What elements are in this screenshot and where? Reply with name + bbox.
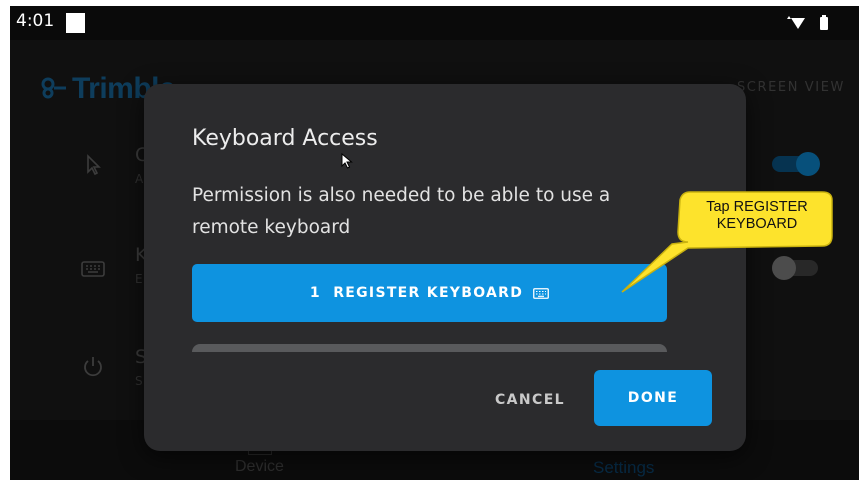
cancel-button[interactable]: CANCEL: [482, 382, 578, 418]
done-button[interactable]: DONE: [594, 370, 712, 426]
register-keyboard-button[interactable]: 1 REGISTER KEYBOARD: [192, 264, 667, 322]
battery-icon: [820, 17, 828, 30]
status-time: 4:01: [16, 11, 55, 31]
mouse-pointer-icon: [341, 153, 353, 169]
dialog-title: Keyboard Access: [192, 126, 378, 151]
dialog-message: Permission is also needed to be able to …: [192, 185, 611, 238]
register-keyboard-label: 1 REGISTER KEYBOARD: [309, 285, 524, 301]
device-screen: 4:01 Trimble SCREEN VIEW C A K E S S Dev…: [10, 6, 859, 480]
status-icons: [787, 15, 828, 30]
keyboard-icon: [533, 287, 550, 299]
status-bar: 4:01: [10, 6, 859, 40]
notification-square: [66, 13, 85, 33]
callout-text: Tap REGISTER KEYBOARD: [706, 199, 808, 232]
wifi-icon: [791, 18, 805, 29]
